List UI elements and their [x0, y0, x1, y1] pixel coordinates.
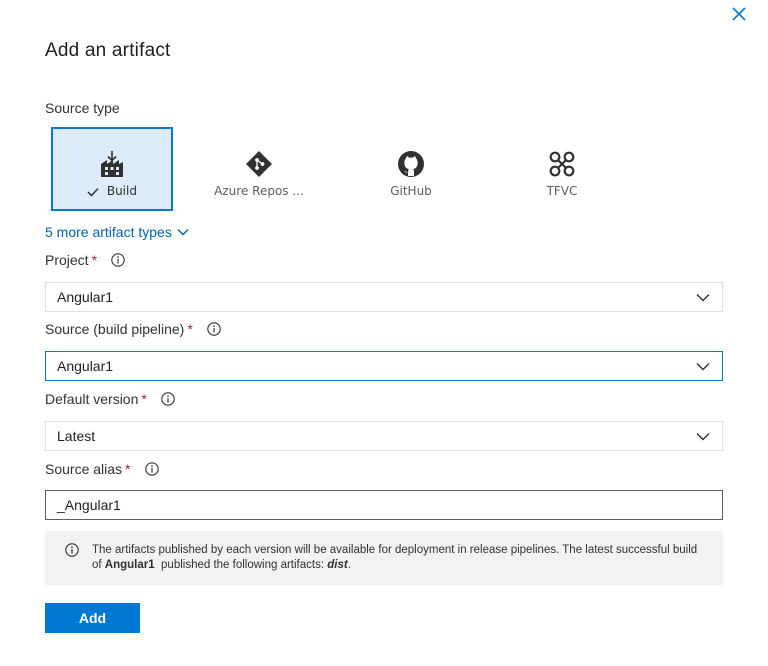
- artifact-info-message: The artifacts published by each version …: [45, 531, 723, 585]
- project-value: Angular1: [57, 289, 114, 305]
- info-text-part-2: published the following artifacts:: [154, 559, 328, 571]
- info-icon[interactable]: [207, 322, 221, 336]
- info-build-name: Angular1: [104, 559, 155, 571]
- chevron-down-icon: [177, 229, 189, 236]
- source-type-build-tile[interactable]: Build: [51, 127, 173, 211]
- default-version-label: Default version *: [45, 391, 175, 407]
- add-button[interactable]: Add: [45, 603, 140, 633]
- more-artifact-types-label: 5 more artifact types: [45, 224, 172, 240]
- github-icon: [396, 149, 426, 179]
- chevron-down-icon: [696, 433, 710, 441]
- source-alias-value: _Angular1: [57, 497, 121, 513]
- source-alias-label-text: Source alias: [45, 461, 123, 477]
- info-text-part-3: .: [347, 559, 351, 571]
- build-icon: [97, 149, 127, 179]
- tile-label-build: Build: [106, 184, 137, 198]
- tfvc-icon: [547, 149, 577, 179]
- source-type-tfvc-tile[interactable]: TFVC: [501, 127, 623, 211]
- required-marker: *: [91, 252, 98, 268]
- source-alias-label: Source alias *: [45, 461, 159, 477]
- info-artifact-name: dist: [327, 559, 348, 571]
- info-icon[interactable]: [144, 462, 159, 476]
- required-marker: *: [187, 321, 193, 337]
- source-type-azure-repos-tile[interactable]: Azure Repos ...: [198, 127, 320, 211]
- azure-repos-icon: [244, 149, 274, 179]
- source-alias-input[interactable]: _Angular1: [45, 490, 723, 520]
- project-label: Project *: [45, 252, 125, 268]
- required-marker: *: [125, 461, 131, 477]
- tile-label-azure-repos: Azure Repos ...: [214, 184, 304, 198]
- source-value: Angular1: [57, 358, 114, 374]
- project-label-text: Project: [45, 252, 89, 268]
- tile-label-github: GitHub: [390, 184, 432, 198]
- chevron-down-icon: [696, 294, 710, 302]
- required-marker: *: [141, 391, 147, 407]
- source-type-label: Source type: [45, 100, 120, 116]
- source-type-github-tile[interactable]: GitHub: [350, 127, 472, 211]
- dialog-title: Add an artifact: [45, 40, 171, 61]
- info-icon[interactable]: [111, 253, 125, 267]
- chevron-down-icon: [696, 363, 710, 371]
- default-version-label-text: Default version: [45, 391, 139, 407]
- check-icon: [87, 186, 103, 200]
- more-artifact-types-link[interactable]: 5 more artifact types: [45, 224, 189, 240]
- info-icon[interactable]: [161, 392, 175, 406]
- default-version-value: Latest: [57, 428, 96, 444]
- info-icon: [65, 543, 79, 557]
- source-dropdown[interactable]: Angular1: [45, 351, 723, 381]
- source-label: Source (build pipeline) *: [45, 321, 221, 337]
- close-icon[interactable]: [730, 5, 748, 23]
- tile-label-tfvc: TFVC: [546, 184, 578, 198]
- project-dropdown[interactable]: Angular1: [45, 282, 723, 312]
- source-label-text: Source (build pipeline): [45, 321, 185, 337]
- default-version-dropdown[interactable]: Latest: [45, 421, 723, 451]
